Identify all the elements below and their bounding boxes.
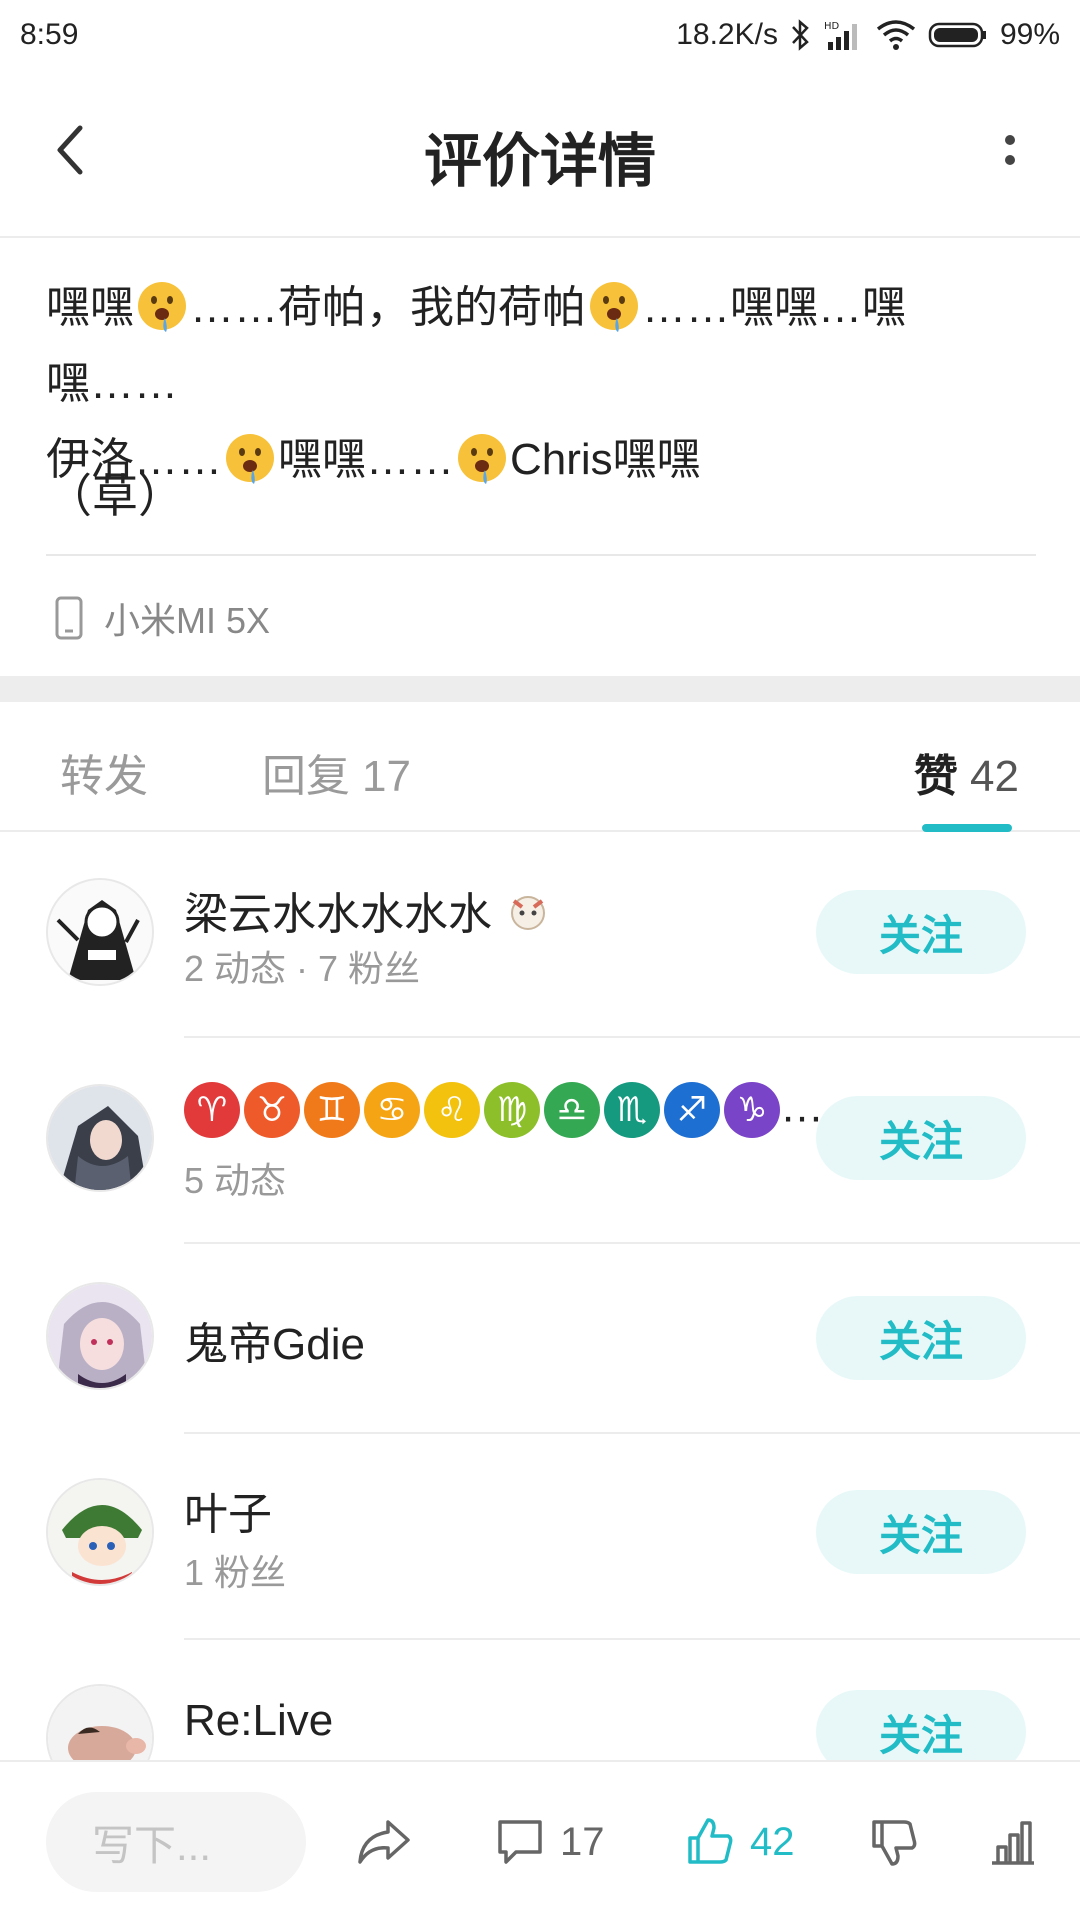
- status-time: 8:59: [20, 18, 79, 51]
- list-item[interactable]: 梁云水水水水水 2 动态 · 7 粉丝 关注: [0, 832, 1080, 1038]
- svg-text:HD: HD: [824, 21, 840, 32]
- section-separator: [0, 676, 1080, 702]
- libra-icon: ♎: [544, 1082, 600, 1138]
- comment-body: 嘿嘿 ……荷帕，我的荷帕 ……嘿嘿…嘿嘿…… 伊洛…… 嘿嘿…… Chris嘿嘿: [46, 270, 1036, 498]
- tab-repost-label: 转发: [60, 752, 148, 801]
- user-name: 梁云水水水水水: [184, 878, 552, 942]
- phone-icon: [55, 596, 83, 640]
- dislike-button[interactable]: [868, 1802, 920, 1882]
- like-count: 42: [750, 1819, 795, 1864]
- comment-count: 17: [560, 1819, 605, 1864]
- tab-like-count: 42: [970, 752, 1019, 801]
- thumbs-up-icon: [688, 1818, 733, 1864]
- drooling-face-emoji: [226, 434, 274, 484]
- taurus-icon: ♉: [244, 1082, 300, 1138]
- avatar[interactable]: [46, 1084, 154, 1192]
- follow-button[interactable]: 关注: [816, 1096, 1026, 1180]
- user-name: Re:Live: [184, 1696, 334, 1745]
- follow-button[interactable]: 关注: [816, 890, 1026, 974]
- list-item[interactable]: ♈ ♉ ♊ ♋ ♌ ♍ ♎ ♏ ♐ ♑ … 5 动态 关注: [0, 1038, 1080, 1244]
- zodiac-emoji-row: ♈ ♉ ♊ ♋ ♌ ♍ ♎ ♏ ♐ ♑: [184, 1082, 780, 1138]
- user-stats: 5 动态: [184, 1160, 287, 1201]
- page-title: 评价详情: [423, 129, 656, 194]
- comment-icon: [498, 1820, 542, 1864]
- tab-like-label: 赞: [914, 752, 958, 801]
- user-stats: 2 动态 · 7 粉丝: [184, 948, 421, 989]
- user-name-text: 梁云水水水水水: [184, 890, 492, 939]
- comment-button[interactable]: 17: [494, 1802, 605, 1882]
- avatar[interactable]: [46, 878, 154, 986]
- tab-bar: 转发 回复 17 赞 42: [0, 702, 1080, 832]
- scorpio-icon: ♏: [604, 1082, 660, 1138]
- divider: [46, 554, 1036, 556]
- cancer-icon: ♋: [364, 1082, 420, 1138]
- avatar[interactable]: [46, 1282, 154, 1390]
- follow-button[interactable]: 关注: [816, 1296, 1026, 1380]
- avatar[interactable]: [46, 1684, 154, 1760]
- avatar[interactable]: [46, 1478, 154, 1586]
- comment-seg-1: 嘿嘿: [46, 283, 134, 332]
- comment-seg-6: Chris嘿嘿: [510, 435, 701, 484]
- bar-chart-icon: [992, 1821, 1034, 1865]
- aries-icon: ♈: [184, 1082, 240, 1138]
- share-icon: [358, 1820, 410, 1864]
- follow-button[interactable]: 关注: [816, 1490, 1026, 1574]
- comment-input-placeholder: 写下...: [92, 1821, 212, 1869]
- comment-paren-line: （草）: [46, 470, 184, 522]
- comment-seg-2: ……荷帕，我的荷帕: [190, 283, 586, 332]
- gemini-icon: ♊: [304, 1082, 360, 1138]
- drooling-face-emoji: [138, 282, 186, 332]
- network-speed: 18.2K/s: [676, 18, 778, 51]
- tab-reply[interactable]: 回复 17: [262, 740, 411, 804]
- drooling-face-emoji: [590, 282, 638, 332]
- list-item[interactable]: 叶子 1 粉丝 关注: [0, 1434, 1080, 1640]
- more-button[interactable]: [980, 120, 1040, 180]
- tab-repost[interactable]: 转发: [60, 740, 148, 804]
- user-name: 鬼帝Gdie: [184, 1320, 365, 1369]
- battery-icon: [928, 21, 988, 49]
- list-item[interactable]: 鬼帝Gdie 关注: [0, 1244, 1080, 1434]
- tab-reply-count: 17: [362, 752, 411, 801]
- status-bar: 8:59 18.2K/s HD 99%: [0, 0, 1080, 70]
- user-stats: 1 粉丝: [184, 1552, 287, 1593]
- more-dot: [1005, 155, 1015, 165]
- follow-button[interactable]: 关注: [816, 1690, 1026, 1760]
- hd-signal-icon: HD: [824, 18, 864, 52]
- capricorn-icon: ♑: [724, 1082, 780, 1138]
- thumbs-down-icon: [872, 1820, 917, 1866]
- user-name: ♈ ♉ ♊ ♋ ♌ ♍ ♎ ♏ ♐ ♑ …: [184, 1082, 824, 1138]
- list-item[interactable]: Re:Live 关注: [0, 1640, 1080, 1760]
- header: 评价详情: [0, 70, 1080, 238]
- status-right: 18.2K/s HD 99%: [676, 18, 1060, 52]
- leo-icon: ♌: [424, 1082, 480, 1138]
- share-button[interactable]: [354, 1802, 414, 1882]
- user-name: 叶子: [184, 1490, 272, 1539]
- battery-percent: 99%: [999, 18, 1060, 51]
- stats-button[interactable]: [988, 1802, 1038, 1882]
- bluetooth-icon: [790, 18, 812, 52]
- like-button[interactable]: 42: [684, 1802, 795, 1882]
- character-badge-icon: [511, 896, 546, 930]
- drooling-face-emoji: [458, 434, 506, 484]
- tab-reply-label: 回复: [262, 752, 350, 801]
- wifi-icon: [876, 19, 916, 51]
- sagittarius-icon: ♐: [664, 1082, 720, 1138]
- virgo-icon: ♍: [484, 1082, 540, 1138]
- active-tab-indicator: [922, 824, 1012, 832]
- device-label: 小米MI 5X: [104, 600, 271, 641]
- tab-like[interactable]: 赞 42: [914, 740, 1019, 804]
- bottom-action-bar: 写下... 17 42: [0, 1760, 1080, 1920]
- comment-seg-5: 嘿嘿……: [278, 435, 454, 484]
- more-vertical-icon: [1005, 135, 1015, 145]
- device-info: 小米MI 5X: [54, 592, 270, 644]
- comment-input[interactable]: 写下...: [46, 1792, 306, 1892]
